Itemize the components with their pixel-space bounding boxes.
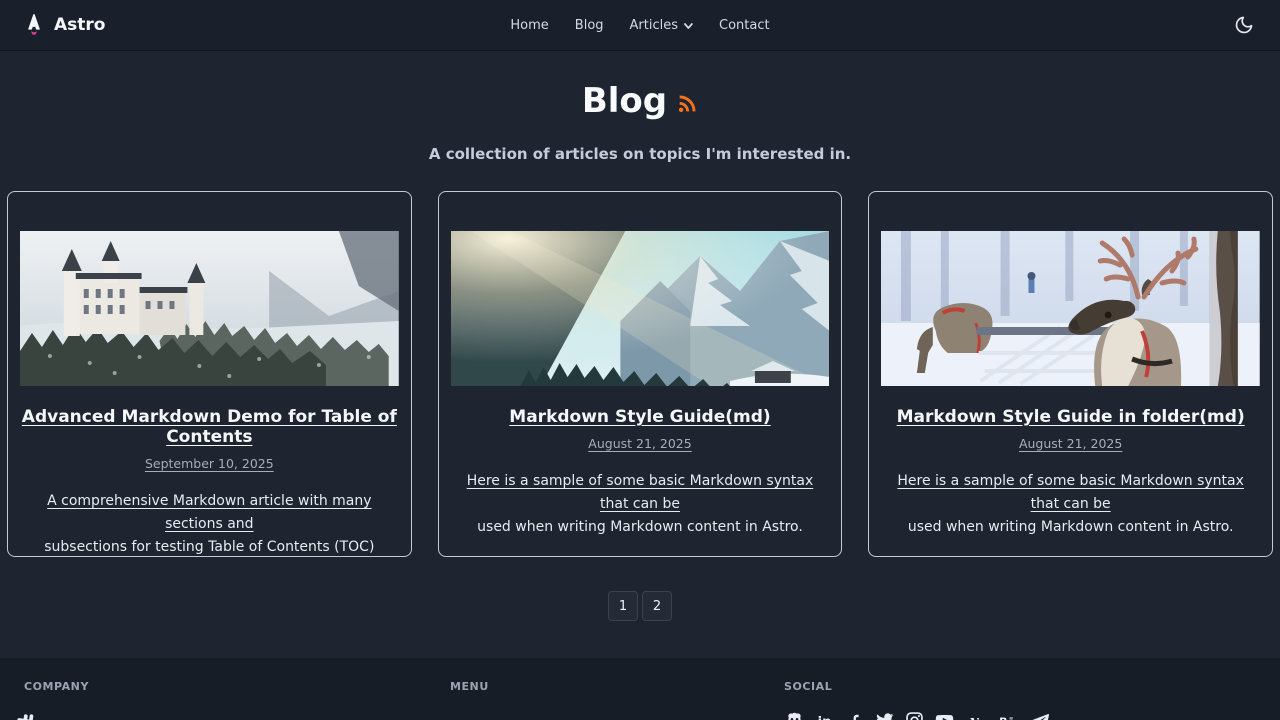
footer-social-column: SOCIAL in [784,680,1256,720]
post-description-line: Here is a sample of some basic Markdown … [897,473,1244,512]
reindeer-sleigh-photo[interactable] [881,231,1260,386]
svg-text:Bē: Bē [999,715,1015,720]
post-description-line: used when writing Markdown content in As… [907,519,1234,535]
nav-item-blog[interactable]: Blog [575,18,604,33]
github-icon[interactable] [784,710,805,720]
pagination: 1 2 [0,591,1280,621]
site-header: Astro Home Blog Articles Contact [0,0,1280,51]
facebook-icon[interactable] [844,710,865,720]
nav-item-contact[interactable]: Contact [719,18,770,33]
moon-icon [1234,15,1254,35]
footer-menu-column: MENU Home [450,680,784,720]
post-description-line: subsections for testing Table of Content… [44,539,375,555]
youtube-icon[interactable] [934,710,955,720]
behance-icon[interactable]: Bē [994,710,1020,720]
nav-item-label: Home [510,18,549,33]
main-content: Blog A collection of articles on topics … [0,81,1280,621]
winter-valley-photo[interactable] [450,231,830,386]
telegram-icon[interactable] [1029,710,1050,720]
post-card: Markdown Style Guide in folder(md) Augus… [868,191,1273,557]
post-description[interactable]: Here is a sample of some basic Markdown … [451,470,830,539]
svg-text:v: v [970,712,979,720]
instagram-icon[interactable] [904,710,925,720]
site-footer: COMPANY MENU Home SOCIAL [0,658,1280,720]
theme-toggle-button[interactable] [1230,11,1258,39]
page-title-text: Blog [581,81,668,121]
post-description-line: used when writing Markdown content in As… [477,519,803,535]
brand-name: Astro [54,15,106,35]
post-description-line: A comprehensive Markdown article with ma… [47,493,372,532]
post-description[interactable]: A comprehensive Markdown article with ma… [20,490,399,556]
vimeo-icon[interactable]: v [964,710,985,720]
post-description-line: Here is a sample of some basic Markdown … [466,473,814,512]
post-description[interactable]: Here is a sample of some basic Markdown … [881,470,1260,539]
footer-company-column: COMPANY [17,680,450,720]
twitter-icon[interactable] [874,710,895,720]
linkedin-icon[interactable]: in [814,710,835,720]
astro-logo-icon [22,12,46,38]
post-title-link[interactable]: Markdown Style Guide(md) [451,407,830,427]
social-icons-row: in [784,710,1256,720]
pagination-page-2[interactable]: 2 [642,591,672,621]
post-date: August 21, 2025 [588,436,692,451]
post-grid: Advanced Markdown Demo for Table of Cont… [7,191,1273,557]
nav-item-label: Blog [574,18,604,33]
footer-company-heading: COMPANY [24,680,89,693]
page-title: Blog [0,81,1280,121]
rss-icon[interactable] [676,93,698,115]
snowy-castle-photo[interactable] [20,231,399,386]
svg-text:in: in [818,715,832,720]
footer-menu-heading: MENU [450,680,489,693]
post-date: August 21, 2025 [1018,436,1123,451]
nav-item-label: Contact [719,18,770,33]
post-title-link[interactable]: Advanced Markdown Demo for Table of Cont… [20,407,399,447]
post-card: Advanced Markdown Demo for Table of Cont… [7,191,412,557]
nav-item-label: Articles [629,18,679,33]
nav-item-articles[interactable]: Articles [630,18,693,33]
main-nav: Home Blog Articles Contact [510,0,769,51]
post-card: Markdown Style Guide(md) August 21, 2025… [437,191,843,557]
footer-social-heading: SOCIAL [784,680,833,693]
slack-icon[interactable] [14,709,40,720]
chevron-down-icon [683,21,693,31]
post-title-link[interactable]: Markdown Style Guide in folder(md) [881,407,1260,427]
pagination-page-1[interactable]: 1 [608,591,638,621]
nav-item-home[interactable]: Home [510,18,548,33]
brand-logo-link[interactable]: Astro [22,12,105,38]
post-date: September 10, 2025 [144,456,274,471]
page-subtitle: A collection of articles on topics I'm i… [428,145,852,163]
